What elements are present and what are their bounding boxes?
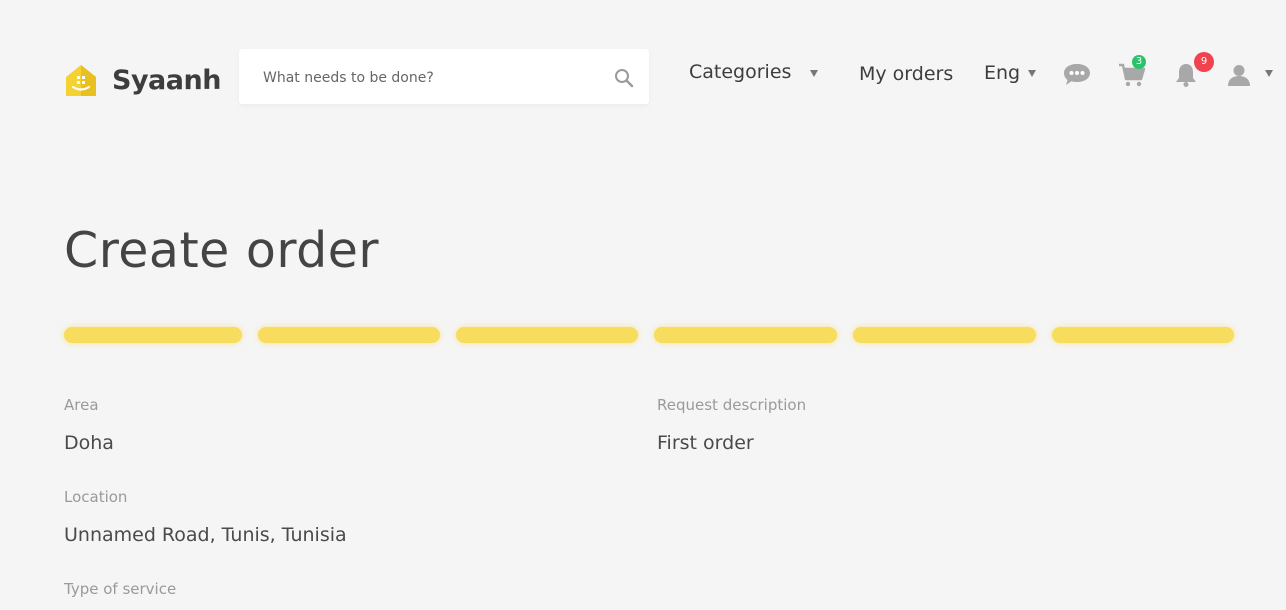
area-label: Area (64, 396, 99, 414)
request-description-label: Request description (657, 396, 807, 414)
progress-step (853, 327, 1036, 343)
area-value: Doha (64, 432, 114, 454)
search-input[interactable] (261, 49, 595, 106)
request-description-value: First order (657, 432, 754, 454)
brand-name: Syaanh (112, 64, 221, 96)
page-title: Create order (64, 222, 380, 279)
location-value: Unnamed Road, Tunis, Tunisia (64, 524, 347, 546)
language-selector[interactable]: Eng (984, 62, 1020, 84)
categories-menu[interactable]: Categories (689, 61, 791, 83)
user-menu-caret-icon[interactable] (1265, 70, 1273, 77)
search-icon[interactable] (614, 68, 634, 88)
house-logo-icon (64, 62, 98, 98)
brand-logo[interactable]: Syaanh (64, 62, 221, 98)
progress-step (64, 327, 242, 343)
progress-step (258, 327, 440, 343)
progress-step (1052, 327, 1234, 343)
progress-step (654, 327, 837, 343)
location-label: Location (64, 488, 128, 506)
categories-caret-icon[interactable] (810, 70, 818, 77)
progress-step (456, 327, 638, 343)
chat-icon[interactable] (1062, 62, 1092, 92)
search-box (239, 49, 649, 106)
language-caret-icon[interactable] (1028, 70, 1036, 77)
type-of-service-label: Type of service (64, 580, 177, 598)
cart-count-badge: 3 (1132, 55, 1146, 69)
my-orders-link[interactable]: My orders (859, 63, 953, 85)
user-avatar-icon[interactable] (1227, 63, 1251, 91)
notification-count-badge: 9 (1194, 52, 1214, 72)
